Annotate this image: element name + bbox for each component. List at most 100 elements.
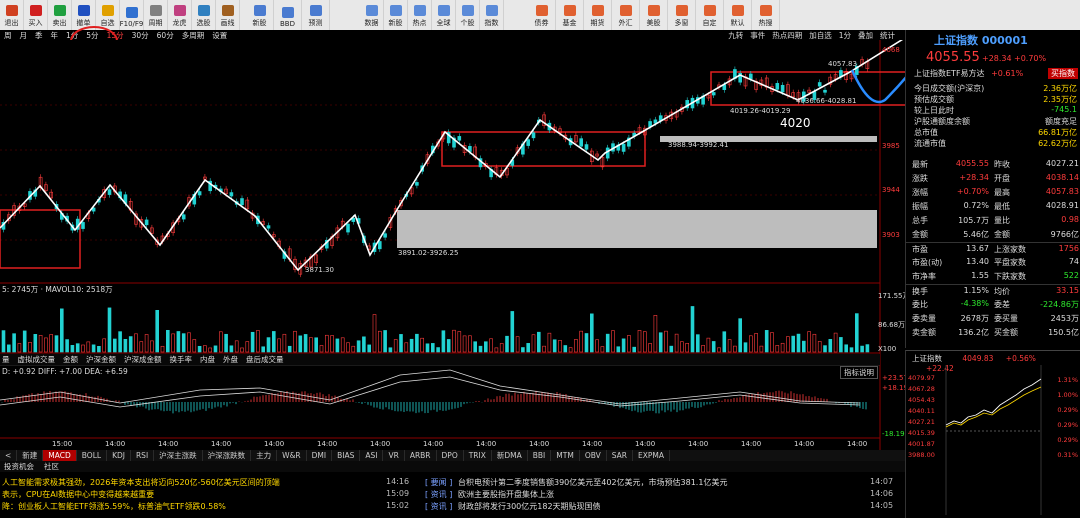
- candle-body: [780, 84, 785, 93]
- indicator-tab[interactable]: BOLL: [77, 450, 108, 461]
- volume-subtab[interactable]: 内盘: [200, 354, 215, 365]
- news-tag[interactable]: [ 资讯 ]: [425, 501, 452, 512]
- indicator-tab[interactable]: DMI: [307, 450, 333, 461]
- indicator-tab[interactable]: MTM: [551, 450, 580, 461]
- period-多周期[interactable]: 多周期: [178, 30, 209, 41]
- indicator-tab[interactable]: OBV: [580, 450, 607, 461]
- volume-subtab[interactable]: 金额: [63, 354, 78, 365]
- volume-bar: [796, 333, 801, 353]
- toolbar-button[interactable]: 默认: [724, 0, 752, 30]
- toolbar-button[interactable]: 新股: [384, 0, 408, 30]
- volume-subtab[interactable]: 量: [2, 354, 10, 365]
- volume-subtab[interactable]: 外盘: [223, 354, 238, 365]
- volume-bar: [669, 345, 674, 353]
- period-60分[interactable]: 60分: [153, 30, 178, 41]
- indicator-explain-button[interactable]: 指标说明: [840, 366, 878, 379]
- volume-subtab[interactable]: 沪深金额: [86, 354, 116, 365]
- last-price: 4055.55: [926, 50, 980, 65]
- period-季[interactable]: 季: [31, 30, 47, 41]
- indicator-tab[interactable]: <: [0, 450, 18, 461]
- toolbar-button[interactable]: 美股: [640, 0, 668, 30]
- indicator-tab[interactable]: VR: [383, 450, 405, 461]
- quote-row: 市盈 13.67 上涨家数 1756: [906, 242, 1080, 254]
- toolbar-button[interactable]: 热点: [408, 0, 432, 30]
- toolbar-button[interactable]: 债券: [528, 0, 556, 30]
- indicator-tab[interactable]: TRIX: [464, 450, 492, 461]
- indicator-tab[interactable]: 新DMA: [492, 450, 528, 461]
- toolbar-button[interactable]: BBD: [274, 0, 302, 30]
- period-周[interactable]: 周: [0, 30, 16, 41]
- toolbar-exit-button[interactable]: 退出: [0, 0, 24, 30]
- indicator-tab[interactable]: SAR: [607, 450, 634, 461]
- toolbar-button[interactable]: 基金: [556, 0, 584, 30]
- toolbar-button[interactable]: 指数: [480, 0, 504, 30]
- quote-key: 均价: [994, 287, 1010, 296]
- period-月[interactable]: 月: [16, 30, 32, 41]
- indicator-tab[interactable]: 沪深主涨跌: [154, 450, 203, 461]
- news-left-item[interactable]: 人工智能需求极其强劲，2026年资本支出将迈向520亿-560亿美元区间的顶端: [2, 477, 280, 488]
- news-headline[interactable]: 欧洲主要股指开盘集体上涨: [458, 489, 554, 500]
- indicator-tab[interactable]: BIAS: [332, 450, 361, 461]
- indicator-tab[interactable]: W&R: [277, 450, 307, 461]
- etf-row[interactable]: 上证指数ETF易方达 +0.61% 买指数: [914, 68, 1080, 79]
- indicator-tab[interactable]: KDJ: [107, 450, 131, 461]
- toolbar-button[interactable]: 自定: [696, 0, 724, 30]
- toolbar-sell-button[interactable]: 卖出: [48, 0, 72, 30]
- indicator-tab[interactable]: 新建: [17, 450, 44, 461]
- indicator-tab[interactable]: BBI: [528, 450, 552, 461]
- toolbar-button-label: 债券: [534, 19, 549, 27]
- period-年[interactable]: 年: [47, 30, 63, 41]
- toolbar-button[interactable]: 预测: [302, 0, 330, 30]
- indicator-tab[interactable]: ARBR: [405, 450, 437, 461]
- toolbar-button[interactable]: 个股: [456, 0, 480, 30]
- volume-bar: [521, 347, 525, 353]
- news-headline[interactable]: 财政部将发行300亿元182天期贴现国债: [458, 501, 601, 512]
- news-left-item[interactable]: 降：创业板人工智能ETF领涨5.59%，标普油气ETF领跌0.58%: [2, 501, 226, 512]
- quote-value: 0.72%: [963, 201, 989, 210]
- volume-bar: [446, 339, 451, 353]
- toolbar-dragon-tiger-button[interactable]: 龙虎: [168, 0, 192, 30]
- toolbar-button[interactable]: 外汇: [612, 0, 640, 30]
- toolbar-button[interactable]: 多窗: [668, 0, 696, 30]
- time-axis-label: 14:00: [423, 440, 443, 448]
- buy-index-button[interactable]: 买指数: [1048, 68, 1078, 79]
- volume-bar: [155, 309, 159, 353]
- news-tag[interactable]: [ 资讯 ]: [425, 489, 452, 500]
- toolbar-draw-line-button[interactable]: 画线: [216, 0, 240, 30]
- period-设置[interactable]: 设置: [208, 30, 231, 41]
- macd-axis-label: +23.57: [882, 374, 905, 382]
- indicator-tab[interactable]: DPO: [437, 450, 464, 461]
- toolbar-button[interactable]: 全球: [432, 0, 456, 30]
- volume-subtab[interactable]: 沪深成金额: [124, 354, 162, 365]
- candle-body: [377, 241, 382, 250]
- sub-tab[interactable]: 投资机会: [4, 461, 34, 472]
- indicator-tab[interactable]: MACD: [43, 450, 77, 461]
- indicator-tab[interactable]: EXPMA: [633, 450, 671, 461]
- news-tag[interactable]: [ 要闻 ]: [425, 477, 452, 488]
- volume-subtab[interactable]: 盘后成交量: [246, 354, 284, 365]
- volume-bar: [287, 345, 292, 353]
- news-headline[interactable]: 台积电预计第二季度销售额390亿美元至402亿美元，市场预估381.1亿美元: [458, 477, 727, 488]
- toolbar-button-label: 买入: [28, 19, 43, 27]
- period-30分[interactable]: 30分: [128, 30, 153, 41]
- info-key: 流通市值: [914, 139, 946, 148]
- volume-subtab[interactable]: 换手率: [170, 354, 193, 365]
- time-axis-label: 14:00: [211, 440, 231, 448]
- sub-tab[interactable]: 社区: [44, 461, 59, 472]
- toolbar-period-button[interactable]: 周期: [144, 0, 168, 30]
- toolbar-button[interactable]: 期货: [584, 0, 612, 30]
- toolbar-button[interactable]: 新股: [246, 0, 274, 30]
- news-left-item[interactable]: 表示，CPU在AI数据中心中变得越来越重要: [2, 489, 154, 500]
- volume-subtab[interactable]: 虚拟成交量: [18, 354, 56, 365]
- toolbar-stock-pick-button[interactable]: 选股: [192, 0, 216, 30]
- indicator-tab[interactable]: ASI: [360, 450, 384, 461]
- indicator-tab[interactable]: 沪深涨跌数: [203, 450, 252, 461]
- toolbar-buy-button[interactable]: 买入: [24, 0, 48, 30]
- indicator-tab[interactable]: 主力: [251, 450, 278, 461]
- toolbar-button[interactable]: 数据: [360, 0, 384, 30]
- indicator-tab[interactable]: RSI: [131, 450, 155, 461]
- volume-bar: [563, 345, 568, 353]
- toolbar-button[interactable]: 热搜: [752, 0, 780, 30]
- toolbar-f10-button[interactable]: F10/F9: [120, 0, 144, 30]
- kline-chart[interactable]: 40683985394439034057.834019.26-4019.2940…: [0, 40, 905, 450]
